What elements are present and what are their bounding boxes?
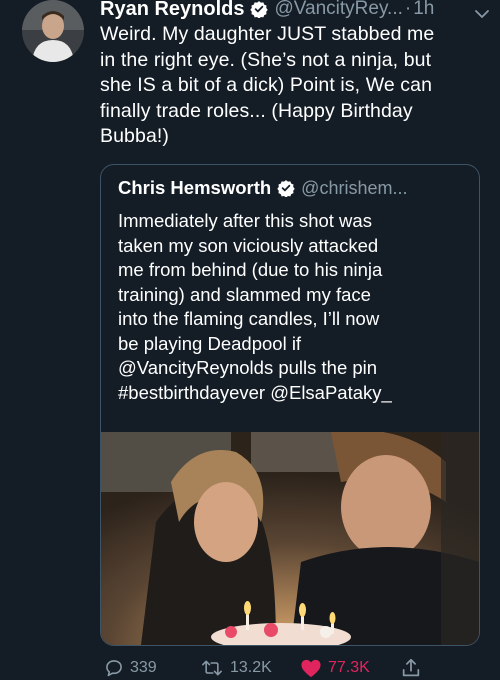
birthday-photo-image — [101, 430, 479, 645]
retweet-count: 13.2K — [230, 659, 272, 676]
quoted-tweet-photo[interactable] — [101, 430, 479, 645]
author-avatar[interactable] — [22, 0, 84, 62]
retweet-button[interactable]: 13.2K — [200, 656, 272, 680]
tweet-header: Ryan Reynolds @VancityRey... · 1h — [100, 0, 490, 24]
avatar-photo — [22, 0, 84, 62]
heart-icon — [301, 659, 321, 678]
separator-dot: · — [404, 0, 412, 19]
reply-button[interactable]: 339 — [104, 656, 157, 680]
author-handle[interactable]: @VancityRey... — [274, 0, 402, 20]
quoted-author-handle: @chrishem... — [301, 177, 408, 198]
retweet-icon — [202, 660, 222, 676]
reply-count: 339 — [130, 659, 157, 676]
like-button[interactable]: 77.3K — [300, 656, 370, 680]
tweet-actions: 339 13.2K 77.3K — [100, 656, 500, 680]
reply-icon — [106, 660, 122, 677]
chevron-down-icon[interactable] — [474, 6, 490, 22]
quoted-tweet-header: Chris Hemsworth @chrishem... — [118, 177, 407, 199]
verified-badge-icon — [277, 180, 295, 197]
like-count: 77.3K — [328, 659, 370, 676]
tweet[interactable]: Ryan Reynolds @VancityRey... · 1h Weird.… — [0, 0, 500, 680]
quoted-tweet[interactable]: Chris Hemsworth @chrishem... Immediately… — [100, 164, 480, 646]
quoted-tweet-text: Immediately after this shot was taken my… — [118, 210, 392, 403]
share-button[interactable] — [400, 656, 428, 680]
author-name[interactable]: Ryan Reynolds — [100, 0, 244, 21]
tweet-text: Weird. My daughter JUST stabbed me in th… — [100, 23, 435, 147]
verified-badge-icon — [250, 1, 269, 18]
tweet-timestamp[interactable]: 1h — [413, 0, 434, 20]
share-icon — [402, 658, 420, 677]
quoted-author-name: Chris Hemsworth — [118, 177, 272, 198]
